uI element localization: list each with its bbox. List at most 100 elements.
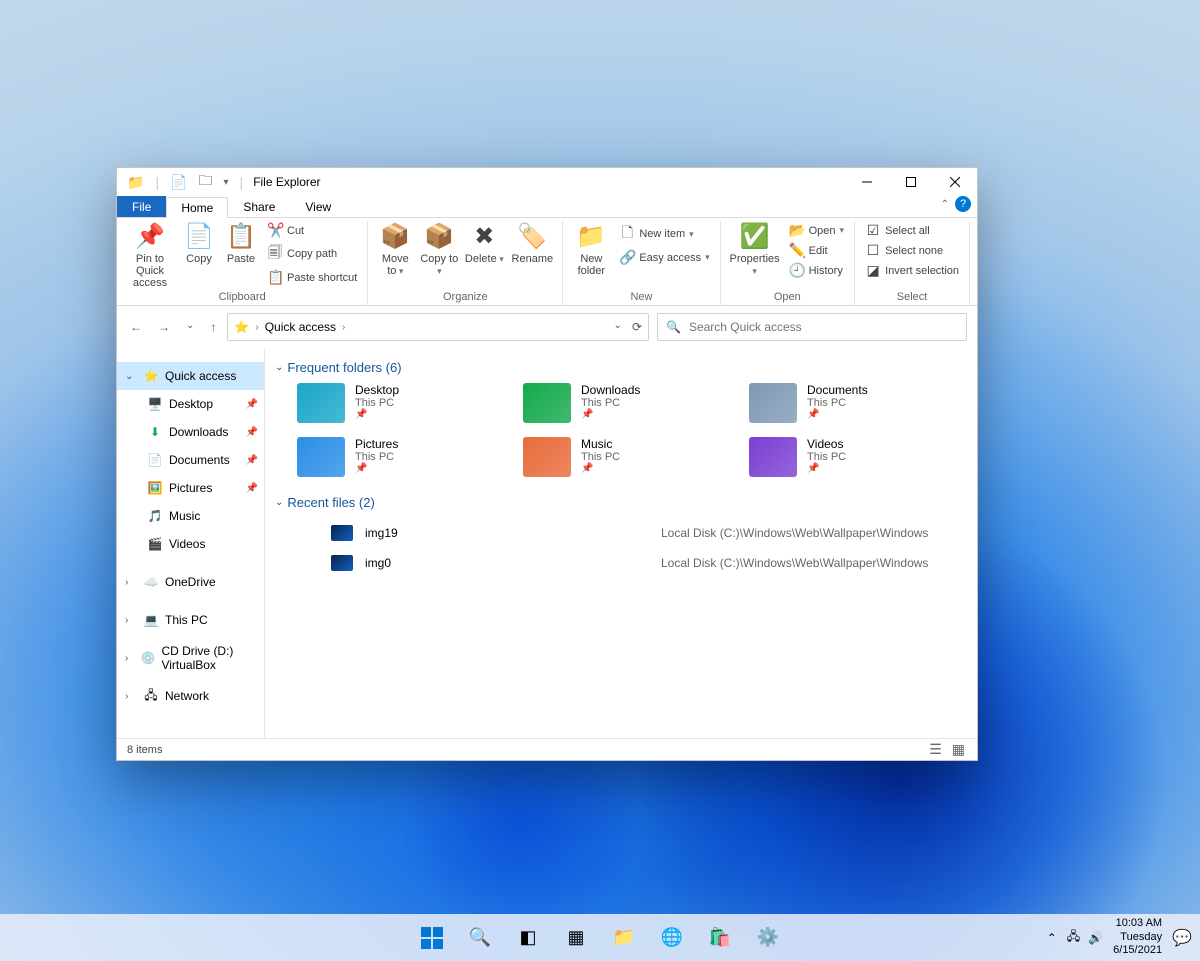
sidebar-onedrive[interactable]: ›☁️OneDrive <box>117 568 264 596</box>
paste-shortcut-button[interactable]: 📋Paste shortcut <box>263 268 361 287</box>
ribbon-tabs: File Home Share View ⌃ ? <box>117 196 977 218</box>
address-bar[interactable]: ⭐ › Quick access › ⌄ ⟳ <box>227 313 649 341</box>
folder-tile[interactable]: DesktopThis PC📌 <box>297 383 513 423</box>
folder-icon: 📁 <box>613 927 635 948</box>
move-icon: 📦 <box>376 223 414 251</box>
close-button[interactable] <box>933 168 977 196</box>
recent-file-row[interactable]: img19Local Disk (C:)\Windows\Web\Wallpap… <box>297 518 965 548</box>
tab-home[interactable]: Home <box>166 197 228 218</box>
invert-icon: ◪ <box>865 262 881 279</box>
sidebar-videos[interactable]: 🎬Videos <box>117 530 264 558</box>
file-path: Local Disk (C:)\Windows\Web\Wallpaper\Wi… <box>661 526 965 540</box>
task-view-button[interactable]: ◧ <box>509 919 547 957</box>
large-icons-view-button[interactable]: ▦ <box>950 739 967 760</box>
taskbar: 🔍 ◧ ▦ 📁 🌐 🛍️ ⚙️ ⌃ 🖧 🔊 10:03 AM Tuesday 6… <box>0 914 1200 961</box>
rename-button[interactable]: 🏷️Rename <box>508 221 556 267</box>
pin-to-quick-access-button[interactable]: 📌 Pin to Quick access <box>123 221 177 291</box>
back-button[interactable]: ← <box>127 318 145 336</box>
paste-button[interactable]: 📋 Paste <box>221 221 261 267</box>
sidebar-quick-access[interactable]: ⌄ ⭐ Quick access <box>117 362 264 390</box>
folder-tile[interactable]: VideosThis PC📌 <box>749 437 965 477</box>
easy-access-button[interactable]: 🔗Easy access <box>615 248 713 267</box>
volume-tray-icon[interactable]: 🔊 <box>1088 931 1103 945</box>
folder-tile[interactable]: MusicThis PC📌 <box>523 437 739 477</box>
network-tray-icon[interactable]: 🖧 <box>1067 927 1080 948</box>
sidebar-desktop[interactable]: 🖥️Desktop📌 <box>117 390 264 418</box>
pin-icon: 📌 <box>246 483 258 494</box>
maximize-button[interactable] <box>889 168 933 196</box>
chevron-right-icon[interactable]: › <box>125 577 137 588</box>
copy-to-button[interactable]: 📦Copy to <box>418 221 460 279</box>
chevron-right-icon: › <box>255 322 258 333</box>
music-icon: 🎵 <box>147 508 163 524</box>
start-button[interactable] <box>413 919 451 957</box>
search-button[interactable]: 🔍 <box>461 919 499 957</box>
folder-name: Desktop <box>355 383 399 397</box>
notifications-tray-icon[interactable]: 💬 <box>1172 928 1192 948</box>
copy-path-button[interactable]: 🗐Copy path <box>263 241 361 267</box>
tab-file[interactable]: File <box>117 196 166 217</box>
search-input[interactable] <box>689 320 958 334</box>
details-view-button[interactable]: ☰ <box>927 739 944 760</box>
invert-selection-button[interactable]: ◪Invert selection <box>861 261 963 280</box>
folder-tile[interactable]: DocumentsThis PC📌 <box>749 383 965 423</box>
up-button[interactable]: ↑ <box>207 318 219 336</box>
chevron-down-icon[interactable]: ⌄ <box>125 371 137 382</box>
sidebar-this-pc[interactable]: ›💻This PC <box>117 606 264 634</box>
refresh-button[interactable]: ⟳ <box>632 320 642 334</box>
select-all-button[interactable]: ☑Select all <box>861 221 963 240</box>
tab-view[interactable]: View <box>290 196 346 217</box>
file-explorer-taskbar-button[interactable]: 📁 <box>605 919 643 957</box>
group-label: New <box>569 291 713 305</box>
new-folder-button[interactable]: 📁New folder <box>569 221 613 279</box>
address-dropdown-icon[interactable]: ⌄ <box>614 320 622 334</box>
pin-icon: 📌 <box>246 399 258 410</box>
folder-name: Documents <box>807 383 868 397</box>
qat-customize-icon[interactable]: ▾ <box>220 177 233 188</box>
tray-overflow-button[interactable]: ⌃ <box>1047 931 1057 945</box>
chevron-right-icon[interactable]: › <box>125 615 137 626</box>
new-folder-qat-icon[interactable]: 🗀 <box>195 170 217 194</box>
minimize-button[interactable] <box>845 168 889 196</box>
taskbar-clock[interactable]: 10:03 AM Tuesday 6/15/2021 <box>1113 917 1162 958</box>
tab-share[interactable]: Share <box>228 196 290 217</box>
edit-icon: ✏️ <box>789 242 805 259</box>
recent-file-row[interactable]: img0Local Disk (C:)\Windows\Web\Wallpape… <box>297 548 965 578</box>
sidebar-cd-drive[interactable]: ›💿CD Drive (D:) VirtualBox <box>117 644 264 672</box>
chevron-right-icon[interactable]: › <box>125 653 134 664</box>
sidebar-pictures[interactable]: 🖼️Pictures📌 <box>117 474 264 502</box>
file-thumbnail-icon <box>331 555 353 571</box>
delete-button[interactable]: ✖Delete <box>462 221 506 267</box>
folder-tile[interactable]: PicturesThis PC📌 <box>297 437 513 477</box>
ribbon-collapse-icon[interactable]: ⌃ <box>941 199 949 210</box>
forward-button[interactable]: → <box>155 318 173 336</box>
breadcrumb[interactable]: Quick access <box>265 320 336 334</box>
recent-locations-button[interactable]: ⌄ <box>183 318 197 336</box>
sidebar-music[interactable]: 🎵Music <box>117 502 264 530</box>
widgets-button[interactable]: ▦ <box>557 919 595 957</box>
folder-location: This PC <box>581 397 640 409</box>
folder-name: Pictures <box>355 437 398 451</box>
sidebar-documents[interactable]: 📄Documents📌 <box>117 446 264 474</box>
select-none-button[interactable]: ☐Select none <box>861 241 963 260</box>
store-taskbar-button[interactable]: 🛍️ <box>701 919 739 957</box>
folder-tile[interactable]: DownloadsThis PC📌 <box>523 383 739 423</box>
chevron-right-icon[interactable]: › <box>125 691 137 702</box>
search-box[interactable]: 🔍 <box>657 313 967 341</box>
frequent-folders-header[interactable]: ⌄ Frequent folders (6) <box>275 360 965 375</box>
properties-qat-icon[interactable]: 📄 <box>166 174 191 191</box>
open-button[interactable]: 📂Open <box>785 221 848 240</box>
sidebar-downloads[interactable]: ⬇Downloads📌 <box>117 418 264 446</box>
edit-button[interactable]: ✏️Edit <box>785 241 848 260</box>
move-to-button[interactable]: 📦Move to <box>374 221 416 279</box>
edge-taskbar-button[interactable]: 🌐 <box>653 919 691 957</box>
cut-button[interactable]: ✂️Cut <box>263 221 361 240</box>
history-button[interactable]: 🕘History <box>785 261 848 280</box>
properties-button[interactable]: ✅Properties <box>727 221 783 279</box>
recent-files-header[interactable]: ⌄ Recent files (2) <box>275 495 965 510</box>
new-item-button[interactable]: 🗋New item <box>615 221 713 247</box>
copy-button[interactable]: 📄 Copy <box>179 221 219 267</box>
settings-taskbar-button[interactable]: ⚙️ <box>749 919 787 957</box>
help-icon[interactable]: ? <box>955 196 971 212</box>
sidebar-network[interactable]: ›🖧Network <box>117 682 264 710</box>
